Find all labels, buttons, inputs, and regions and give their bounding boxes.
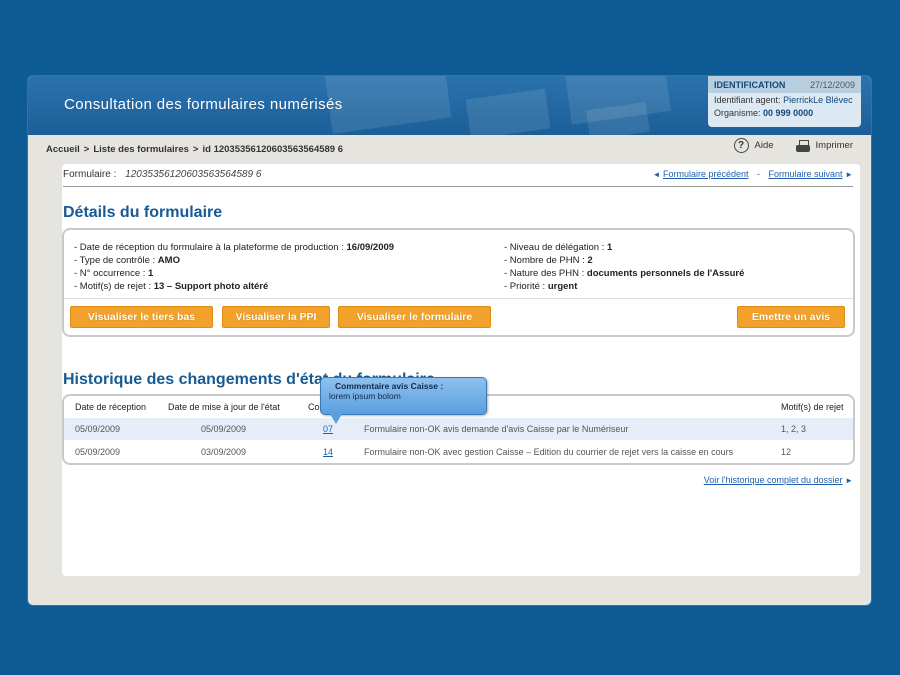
- full-history-link-row: Voir l'historique complet du dossier ►: [704, 475, 853, 485]
- table-row: 05/09/2009 03/09/2009 14 Formulaire non-…: [64, 441, 853, 463]
- view-tiers-bas-button[interactable]: Visualiser le tiers bas: [70, 306, 213, 328]
- tooltip-body: lorem ipsum bolom: [329, 391, 401, 401]
- help-label: Aide: [754, 140, 774, 151]
- detail-row: - Priorité : urgent: [504, 280, 744, 293]
- cell-motif: 1, 2, 3: [781, 424, 807, 434]
- cell-update: 03/09/2009: [201, 447, 247, 457]
- content-panel: [62, 164, 860, 576]
- col-code: Co: [308, 402, 320, 412]
- organisme-line: Organisme: 00 999 0000: [708, 106, 861, 119]
- detail-row: - Motif(s) de rejet : 13 – Support photo…: [74, 280, 394, 293]
- col-update: Date de mise à jour de l'état: [168, 402, 280, 412]
- detail-value: urgent: [547, 281, 578, 292]
- detail-value: AMO: [157, 255, 180, 266]
- organisme-label: Organisme:: [714, 108, 761, 118]
- view-ppi-button[interactable]: Visualiser la PPI: [222, 306, 330, 328]
- detail-value: 2: [587, 255, 593, 266]
- col-reception: Date de réception: [75, 402, 147, 412]
- help-button[interactable]: ? Aide: [733, 138, 774, 153]
- form-navigation: ◄ Formulaire précédent - Formulaire suiv…: [653, 169, 853, 179]
- details-title: Détails du formulaire: [63, 204, 223, 221]
- detail-value: documents personnels de l'Assuré: [586, 268, 745, 279]
- detail-row: - Niveau de délégation : 1: [504, 241, 744, 254]
- form-label: Formulaire :: [63, 169, 117, 180]
- comment-tooltip: Commentaire avis Caisse : lorem ipsum bo…: [320, 377, 487, 415]
- detail-value: 1: [148, 268, 154, 279]
- code-link[interactable]: 14: [323, 447, 333, 457]
- issue-opinion-button[interactable]: Emettre un avis: [737, 306, 845, 328]
- view-form-button[interactable]: Visualiser le formulaire: [338, 306, 491, 328]
- print-button[interactable]: Imprimer: [795, 138, 853, 153]
- nav-separator: -: [757, 169, 761, 179]
- cell-motif: 12: [781, 447, 792, 457]
- details-right-column: - Niveau de délégation : 1 - Nombre de P…: [504, 241, 744, 293]
- tooltip-pointer: [330, 414, 342, 424]
- breadcrumb-current: id 12035356120603563564589 6: [202, 143, 344, 155]
- col-motif: Motif(s) de rejet: [781, 402, 844, 412]
- detail-label: - Type de contrôle :: [74, 255, 158, 266]
- detail-value: 16/09/2009: [346, 242, 395, 253]
- details-divider: [64, 298, 853, 299]
- identification-header: IDENTIFICATION 27/12/2009: [708, 76, 861, 93]
- cell-reception: 05/09/2009: [75, 447, 121, 457]
- triangle-right-icon: ►: [845, 476, 853, 485]
- identification-date: 27/12/2009: [809, 79, 855, 90]
- detail-label: - Priorité :: [504, 281, 548, 292]
- form-identifier-line: Formulaire : 12035356120603563564589 6 ◄…: [63, 169, 853, 187]
- breadcrumb-separator: >: [83, 143, 90, 155]
- detail-row: - Date de réception du formulaire à la p…: [74, 241, 394, 254]
- cell-reception: 05/09/2009: [75, 424, 121, 434]
- agent-label: Identifiant agent:: [714, 95, 781, 105]
- tooltip-title: Commentaire avis Caisse :: [335, 381, 444, 391]
- detail-row: - Nature des PHN : documents personnels …: [504, 267, 744, 280]
- print-label: Imprimer: [815, 140, 853, 151]
- breadcrumb-list[interactable]: Liste des formulaires: [93, 144, 189, 155]
- detail-row: - Type de contrôle : AMO: [74, 254, 394, 267]
- cell-update: 05/09/2009: [201, 424, 247, 434]
- detail-row: - Nombre de PHN : 2: [504, 254, 744, 267]
- code-link[interactable]: 07: [323, 424, 333, 434]
- organisme-value: 00 999 0000: [763, 108, 814, 118]
- triangle-right-icon: ►: [845, 170, 853, 179]
- detail-label: - Nombre de PHN :: [504, 255, 588, 266]
- detail-label: - Motif(s) de rejet :: [74, 281, 154, 292]
- detail-value: 13 – Support photo altéré: [153, 281, 269, 292]
- detail-row: - N° occurrence : 1: [74, 267, 394, 280]
- toolbar: ? Aide Imprimer: [733, 138, 853, 153]
- detail-value: 1: [606, 242, 613, 253]
- identification-label: IDENTIFICATION: [714, 79, 786, 90]
- help-icon: ?: [733, 138, 749, 153]
- form-number: 12035356120603563564589 6: [125, 169, 262, 180]
- detail-label: - Nature des PHN :: [504, 268, 587, 279]
- detail-label: - Date de réception du formulaire à la p…: [74, 242, 347, 253]
- details-box: - Date de réception du formulaire à la p…: [62, 228, 855, 337]
- agent-line: Identifiant agent: PierrickLe Blévec: [708, 93, 861, 106]
- full-history-link[interactable]: Voir l'historique complet du dossier: [704, 475, 843, 485]
- agent-value: PierrickLe Blévec: [783, 95, 853, 105]
- detail-label: - N° occurrence :: [74, 268, 149, 279]
- breadcrumb-home[interactable]: Accueil: [46, 144, 80, 155]
- table-row: 05/09/2009 05/09/2009 07 Formulaire non-…: [64, 418, 853, 440]
- previous-form-link[interactable]: Formulaire précédent: [663, 169, 749, 179]
- identification-box: IDENTIFICATION 27/12/2009 Identifiant ag…: [708, 76, 861, 127]
- cell-libelle: Formulaire non-OK avec gestion Caisse – …: [364, 447, 734, 457]
- triangle-left-icon: ◄: [652, 170, 661, 179]
- breadcrumb-separator: >: [192, 143, 199, 155]
- cell-libelle: Formulaire non-OK avis demande d'avis Ca…: [364, 424, 629, 434]
- app-title: Consultation des formulaires numérisés: [64, 96, 343, 113]
- printer-icon: [795, 139, 810, 152]
- header-banner: Consultation des formulaires numérisés I…: [28, 76, 871, 135]
- next-form-link[interactable]: Formulaire suivant: [769, 169, 843, 179]
- detail-label: - Niveau de délégation :: [504, 242, 607, 253]
- details-left-column: - Date de réception du formulaire à la p…: [74, 241, 394, 293]
